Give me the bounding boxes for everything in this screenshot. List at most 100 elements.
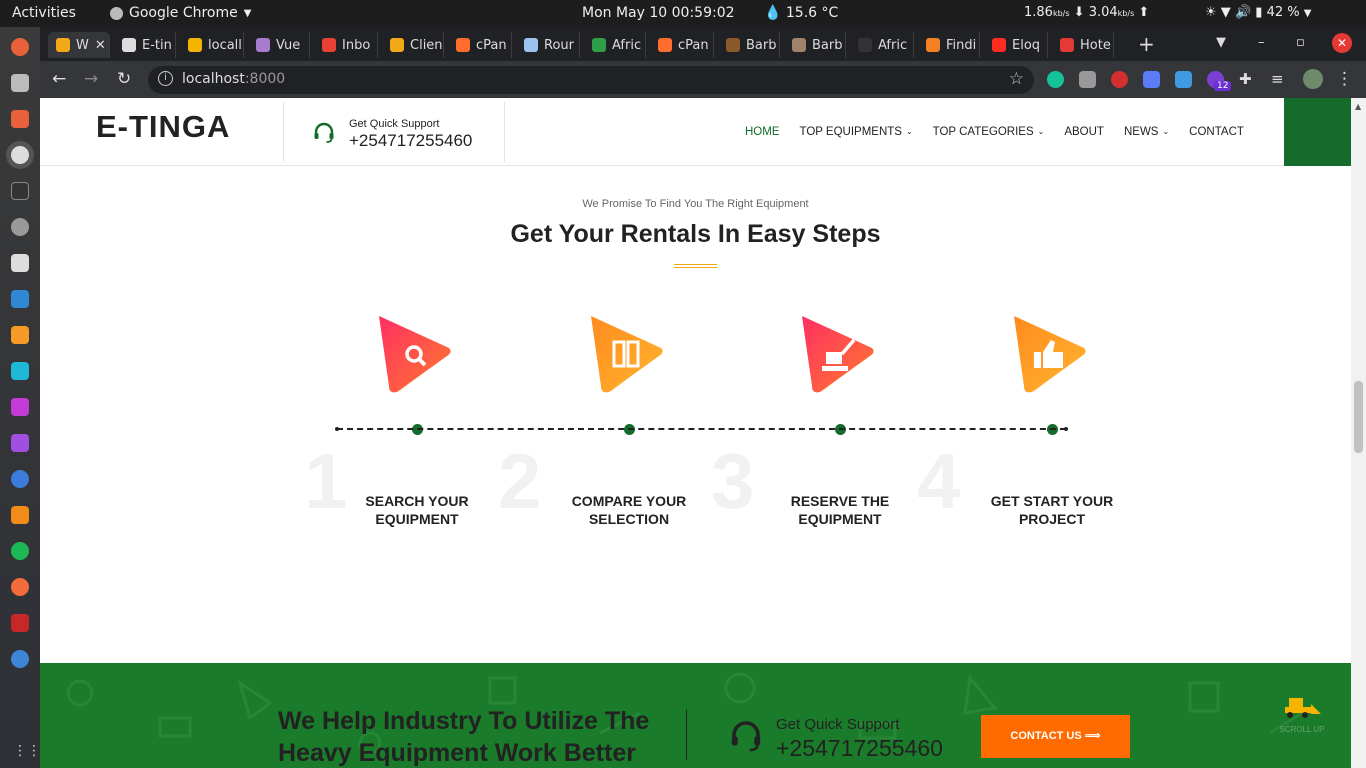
activities-button[interactable]: Activities xyxy=(12,5,76,21)
browser-tab[interactable]: Inbo xyxy=(314,32,378,58)
support-phone[interactable]: +254717255460 xyxy=(349,131,472,151)
fluent-icon[interactable] xyxy=(1175,71,1192,88)
network-speed[interactable]: 1.86kb/s ⬇ 3.04kb/s ⬆ xyxy=(1024,5,1149,20)
vscode-icon[interactable] xyxy=(11,290,29,308)
terminal-icon[interactable] xyxy=(11,182,29,200)
scrollbar-thumb[interactable] xyxy=(1354,381,1363,453)
nav-item-top-equipments[interactable]: TOP EQUIPMENTS ⌄ xyxy=(800,126,913,138)
chevron-down-icon: ▼ xyxy=(243,7,252,19)
restore-button[interactable]: ▫ xyxy=(1296,35,1305,50)
browser-tab[interactable]: Barb xyxy=(718,32,780,58)
reading-list-icon[interactable]: ≡ xyxy=(1271,71,1288,88)
tab-label: Hote xyxy=(1080,37,1111,53)
nav-item-top-categories[interactable]: TOP CATEGORIES ⌄ xyxy=(933,126,1045,138)
step-label: GET START YOUR PROJECT xyxy=(972,492,1132,528)
nav-item-news[interactable]: NEWS ⌄ xyxy=(1124,126,1169,138)
scroll-up-button[interactable]: SCROLL UP xyxy=(1276,694,1328,734)
step-label-line-1: RESERVE THE xyxy=(790,493,890,509)
minimize-button[interactable]: – xyxy=(1258,35,1265,50)
address-bar[interactable]: i localhost:8000 ☆ xyxy=(148,66,1034,94)
contact-us-button[interactable]: CONTACT US ⟹ xyxy=(981,715,1130,758)
cta-support-label: Get Quick Support xyxy=(776,716,900,733)
chrome-icon[interactable] xyxy=(11,146,29,164)
browser-tab[interactable]: E-tin xyxy=(114,32,176,58)
browser-tab[interactable]: Afric xyxy=(584,32,646,58)
browser-tab[interactable]: locall xyxy=(180,32,244,58)
show-apps-icon[interactable]: ⋮⋮ xyxy=(13,744,41,758)
disks-icon[interactable] xyxy=(11,218,29,236)
firefox-icon[interactable] xyxy=(11,38,29,56)
grammarly-icon[interactable] xyxy=(1047,71,1064,88)
step-label-line-2: SELECTION xyxy=(588,511,670,527)
software-center-icon[interactable] xyxy=(11,110,29,128)
vlc-icon[interactable] xyxy=(11,506,29,524)
page-scrollbar[interactable]: ▲ xyxy=(1351,98,1366,768)
browser-tab[interactable]: cPan xyxy=(650,32,714,58)
close-tab-icon[interactable]: ✕ xyxy=(95,38,106,53)
postman-icon[interactable] xyxy=(11,578,29,596)
site-info-icon[interactable]: i xyxy=(158,71,173,86)
bookmark-star-icon[interactable]: ☆ xyxy=(1009,69,1024,89)
timeline-start xyxy=(335,427,339,431)
clock[interactable]: Mon May 10 00:59:02 xyxy=(582,5,735,21)
weather[interactable]: 💧 15.6 °C xyxy=(764,5,838,21)
site-header: E-TINGA Get Quick Support +254717255460 … xyxy=(40,98,1351,166)
intellij-icon[interactable] xyxy=(11,398,29,416)
header-accent-block[interactable] xyxy=(1284,98,1351,166)
nav-item-label: HOME xyxy=(745,126,780,138)
filezilla-icon[interactable] xyxy=(11,614,29,632)
adblock-plus-icon[interactable] xyxy=(1111,71,1128,88)
cta-title-line-1: We Help Industry To Utilize The xyxy=(278,707,650,735)
banner-pattern xyxy=(66,672,1311,755)
zoom-icon[interactable] xyxy=(1143,71,1160,88)
extension-icon[interactable] xyxy=(1079,71,1096,88)
step-label-line-2: PROJECT xyxy=(1018,511,1086,527)
webstorm-icon[interactable] xyxy=(11,362,29,380)
browser-tab[interactable]: Eloq xyxy=(984,32,1048,58)
browser-tab[interactable]: Vue xyxy=(248,32,310,58)
files-icon[interactable] xyxy=(11,74,29,92)
back-button[interactable]: ← xyxy=(52,69,66,89)
qbittorrent-icon[interactable] xyxy=(11,650,29,668)
yellow-app-icon xyxy=(56,38,70,52)
nav-item-about[interactable]: ABOUT xyxy=(1064,126,1104,138)
timeline-end xyxy=(1064,427,1068,431)
cta-support-phone[interactable]: +254717255460 xyxy=(776,735,943,762)
nav-item-home[interactable]: HOME xyxy=(745,126,780,138)
search-icon xyxy=(369,312,459,396)
browser-tab[interactable]: Hote xyxy=(1052,32,1114,58)
browser-tab[interactable]: Afric xyxy=(850,32,914,58)
thunderbird-icon[interactable] xyxy=(11,470,29,488)
forward-button[interactable]: → xyxy=(84,69,98,89)
new-tab-button[interactable]: + xyxy=(1138,32,1155,56)
phpstorm-icon[interactable] xyxy=(11,434,29,452)
tab-label: Inbo xyxy=(342,37,371,53)
upload-speed: 3.04 xyxy=(1088,5,1118,20)
puzzle-icon[interactable]: ✚ xyxy=(1239,71,1256,88)
avatar[interactable] xyxy=(1303,69,1323,89)
title-underline xyxy=(674,264,717,268)
browser-tab[interactable]: W ✕ xyxy=(48,32,110,58)
arrow-right-icon: ⟹ xyxy=(1084,730,1101,742)
dbeaver-icon[interactable] xyxy=(11,254,29,272)
browser-tab[interactable]: Clien xyxy=(382,32,444,58)
scroll-up-arrow-icon[interactable]: ▲ xyxy=(1355,102,1361,111)
browser-tab[interactable]: Rour xyxy=(516,32,580,58)
nav-item-contact[interactable]: CONTACT xyxy=(1189,126,1244,138)
sublime-icon[interactable] xyxy=(11,326,29,344)
app-menu[interactable]: Google Chrome ▼ xyxy=(110,5,251,21)
nav-item-label: ABOUT xyxy=(1064,126,1104,138)
system-status-menu[interactable]: ☀ ▼ 🔊 ▮ 42 % ▼ xyxy=(1205,5,1311,20)
close-window-button[interactable]: ✕ xyxy=(1332,33,1352,53)
spotify-icon[interactable] xyxy=(11,542,29,560)
browser-tab[interactable]: Barb xyxy=(784,32,846,58)
browser-tab[interactable]: Findi xyxy=(918,32,980,58)
weather-temp: 15.6 °C xyxy=(785,5,839,21)
brightness-icon: ☀ xyxy=(1205,5,1217,20)
step-label-line-1: SEARCH YOUR xyxy=(365,493,469,509)
browser-tab[interactable]: cPan xyxy=(448,32,512,58)
site-logo[interactable]: E-TINGA xyxy=(96,109,230,145)
reload-button[interactable]: ↻ xyxy=(117,69,131,89)
chrome-menu-icon[interactable]: ⋮ xyxy=(1336,69,1353,89)
tab-search-button[interactable]: ▼ xyxy=(1216,35,1226,50)
